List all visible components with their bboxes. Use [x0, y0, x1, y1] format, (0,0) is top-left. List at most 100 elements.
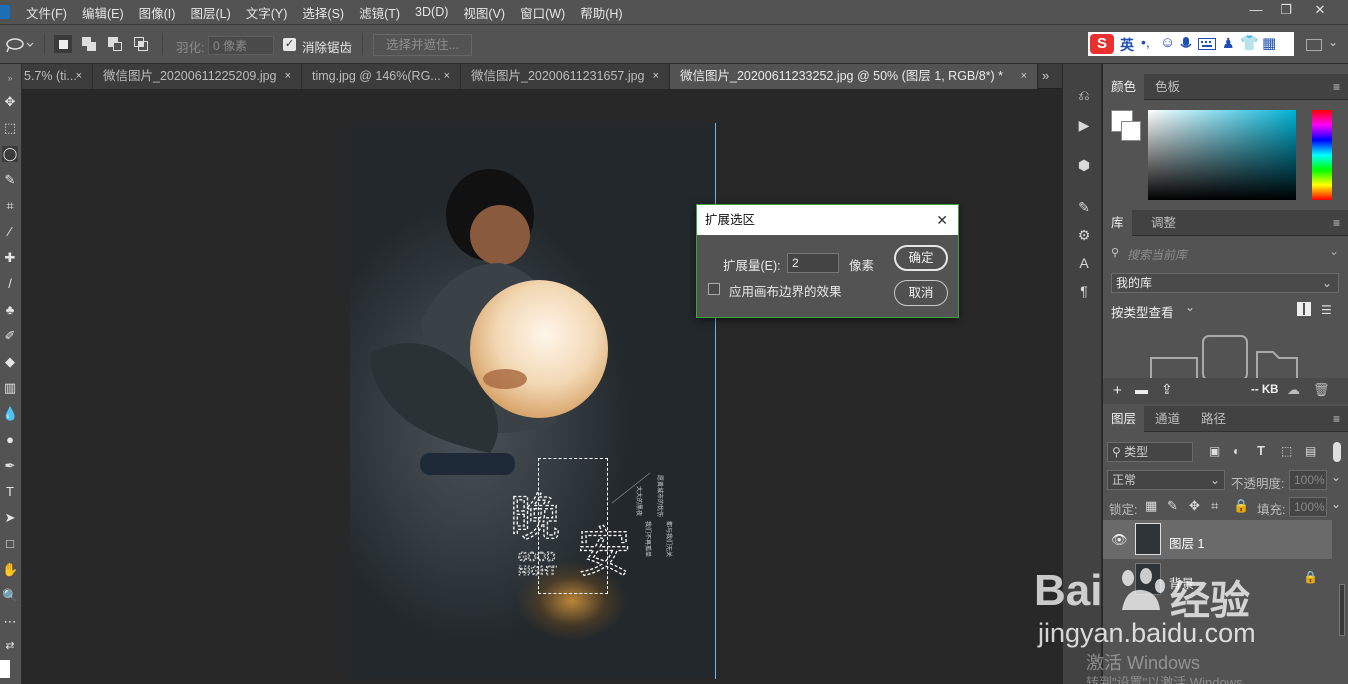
- restore-icon[interactable]: ❐: [1271, 0, 1301, 20]
- marquee-tool-icon[interactable]: ⬚: [2, 120, 18, 136]
- gradient-tool-icon[interactable]: ▥: [2, 380, 18, 396]
- cloud-icon[interactable]: ☁: [1287, 382, 1300, 398]
- menu-filter[interactable]: 滤镜(T): [359, 3, 400, 22]
- foreground-color-swatch[interactable]: [0, 660, 10, 678]
- menu-3d[interactable]: 3D(D): [415, 5, 448, 19]
- intersect-selection-icon[interactable]: [132, 35, 150, 53]
- adjustment-filter-icon[interactable]: ◐: [1233, 444, 1240, 458]
- menu-edit[interactable]: 编辑(E): [82, 3, 124, 22]
- path-selection-tool-icon[interactable]: ➤: [2, 510, 18, 526]
- punctuation-icon[interactable]: •,: [1141, 34, 1150, 50]
- opacity-chevron-icon[interactable]: ⌄: [1331, 470, 1341, 484]
- menu-type[interactable]: 文字(Y): [246, 3, 288, 22]
- layers-scrollbar[interactable]: [1339, 584, 1345, 636]
- lock-position-icon[interactable]: ✥: [1189, 498, 1200, 514]
- select-and-mask-button[interactable]: 选择并遮住...: [373, 34, 472, 56]
- layer-kind-filter[interactable]: ⚲ 类型: [1107, 442, 1193, 462]
- actions-panel-icon[interactable]: ▶: [1075, 116, 1093, 134]
- emoji-icon[interactable]: ☺: [1160, 34, 1175, 51]
- doc-tab-1[interactable]: 5.7% (ti... ×: [22, 64, 93, 89]
- blend-mode-select[interactable]: 正常 ⌄: [1107, 470, 1225, 490]
- microphone-icon[interactable]: [1180, 36, 1192, 52]
- close-tab-icon[interactable]: ×: [653, 64, 659, 89]
- type-filter-icon[interactable]: T: [1257, 443, 1265, 458]
- rectangle-tool-icon[interactable]: □: [2, 536, 18, 552]
- menu-help[interactable]: 帮助(H): [580, 3, 622, 22]
- lock-all-icon[interactable]: 🔒: [1233, 498, 1249, 514]
- doc-tab-active[interactable]: 微信图片_20200611233252.jpg @ 50% (图层 1, RGB…: [670, 64, 1038, 89]
- close-tab-icon[interactable]: ×: [76, 64, 82, 89]
- more-tools-icon[interactable]: ⋯: [2, 614, 18, 630]
- add-to-selection-icon[interactable]: [80, 35, 98, 53]
- pixel-filter-icon[interactable]: ▣: [1209, 444, 1220, 458]
- filter-toggle[interactable]: [1333, 442, 1341, 462]
- healing-brush-tool-icon[interactable]: ✚: [2, 250, 18, 266]
- menu-window[interactable]: 窗口(W): [520, 3, 565, 22]
- fill-input[interactable]: 100%: [1289, 497, 1327, 517]
- menu-select[interactable]: 选择(S): [302, 3, 344, 22]
- workspace-chevron-icon[interactable]: ⌄: [1328, 35, 1338, 49]
- doc-tab-4[interactable]: 微信图片_20200611231657.jpg ×: [461, 64, 670, 89]
- canvas-bounds-checkbox[interactable]: [708, 283, 720, 295]
- close-window-icon[interactable]: ✕: [1305, 0, 1335, 20]
- 3d-panel-icon[interactable]: ⬢: [1075, 156, 1093, 174]
- eyedropper-tool-icon[interactable]: ⁄: [2, 224, 18, 240]
- library-search-input[interactable]: 搜索当前库: [1127, 246, 1187, 263]
- history-panel-icon[interactable]: ⎌: [1075, 86, 1093, 104]
- workspace-icon[interactable]: [1306, 39, 1322, 51]
- paragraph-panel-icon[interactable]: ¶: [1075, 282, 1093, 300]
- tab-adjustments[interactable]: 调整: [1143, 210, 1184, 236]
- tab-channels[interactable]: 通道: [1147, 406, 1188, 432]
- library-select[interactable]: 我的库 ⌄: [1111, 273, 1339, 293]
- user-icon[interactable]: ♟: [1222, 35, 1235, 52]
- crop-tool-icon[interactable]: ⌗: [2, 198, 18, 214]
- doc-tab-2[interactable]: 微信图片_20200611225209.jpg ×: [93, 64, 302, 89]
- tab-library[interactable]: 库: [1103, 210, 1132, 236]
- smart-object-filter-icon[interactable]: ▤: [1305, 444, 1316, 458]
- doc-tab-3[interactable]: timg.jpg @ 146%(RG... ×: [302, 64, 461, 89]
- folder-icon[interactable]: ▬: [1135, 382, 1148, 397]
- minimize-icon[interactable]: —: [1241, 0, 1271, 20]
- search-chevron-icon[interactable]: ⌄: [1329, 244, 1339, 258]
- ok-button[interactable]: 确定: [894, 245, 948, 271]
- opacity-input[interactable]: 100%: [1289, 470, 1327, 490]
- lasso-tool-preset-icon[interactable]: [4, 36, 34, 54]
- sogou-logo-icon[interactable]: S: [1090, 34, 1114, 54]
- brush-tool-icon[interactable]: /: [2, 276, 18, 292]
- view-by-dropdown[interactable]: 按类型查看: [1111, 302, 1174, 321]
- document-canvas[interactable]: 晚 安 GOOD NIGHT 大大的黑夜 我们不再孤单 愿黄城市的忧伤 都与我们…: [350, 123, 716, 679]
- lock-image-icon[interactable]: ✎: [1167, 498, 1178, 514]
- panel-menu-icon[interactable]: ≡: [1333, 80, 1340, 94]
- quick-selection-tool-icon[interactable]: ✎: [2, 172, 18, 188]
- move-tool-icon[interactable]: ✥: [2, 94, 18, 110]
- antialias-checkbox[interactable]: ✓: [283, 38, 296, 51]
- swap-colors-icon[interactable]: ⇄: [2, 638, 18, 654]
- menu-file[interactable]: 文件(F): [26, 3, 67, 22]
- add-icon[interactable]: +: [1113, 382, 1122, 399]
- trash-icon[interactable]: 🗑: [1313, 382, 1330, 398]
- close-tab-icon[interactable]: ×: [1021, 64, 1027, 89]
- collapse-arrows-icon[interactable]: »: [2, 70, 18, 86]
- hue-slider[interactable]: [1312, 110, 1332, 200]
- expand-amount-input[interactable]: 2: [787, 253, 839, 273]
- dialog-close-icon[interactable]: ✕: [936, 205, 948, 235]
- blur-tool-icon[interactable]: 💧: [2, 406, 18, 422]
- type-tool-icon[interactable]: T: [2, 484, 18, 500]
- lasso-tool-icon[interactable]: ◯: [2, 146, 18, 162]
- clone-stamp-tool-icon[interactable]: ♣: [2, 302, 18, 318]
- new-selection-icon[interactable]: [54, 35, 72, 53]
- upload-icon[interactable]: ⇪: [1161, 381, 1173, 398]
- list-view-icon[interactable]: ☰: [1321, 303, 1332, 317]
- fill-chevron-icon[interactable]: ⌄: [1331, 497, 1341, 511]
- history-brush-tool-icon[interactable]: ✐: [2, 328, 18, 344]
- tab-layers[interactable]: 图层: [1103, 406, 1145, 432]
- dodge-tool-icon[interactable]: ●: [2, 432, 18, 448]
- shape-filter-icon[interactable]: ⬚: [1281, 444, 1292, 458]
- lock-artboard-icon[interactable]: ⌗: [1211, 498, 1218, 514]
- hand-tool-icon[interactable]: ✋: [2, 562, 18, 578]
- menu-layer[interactable]: 图层(L): [190, 3, 230, 22]
- cancel-button[interactable]: 取消: [894, 280, 948, 306]
- pen-tool-icon[interactable]: ✒: [2, 458, 18, 474]
- tab-paths[interactable]: 路径: [1193, 406, 1234, 432]
- brush-settings-icon[interactable]: ✎: [1075, 198, 1093, 216]
